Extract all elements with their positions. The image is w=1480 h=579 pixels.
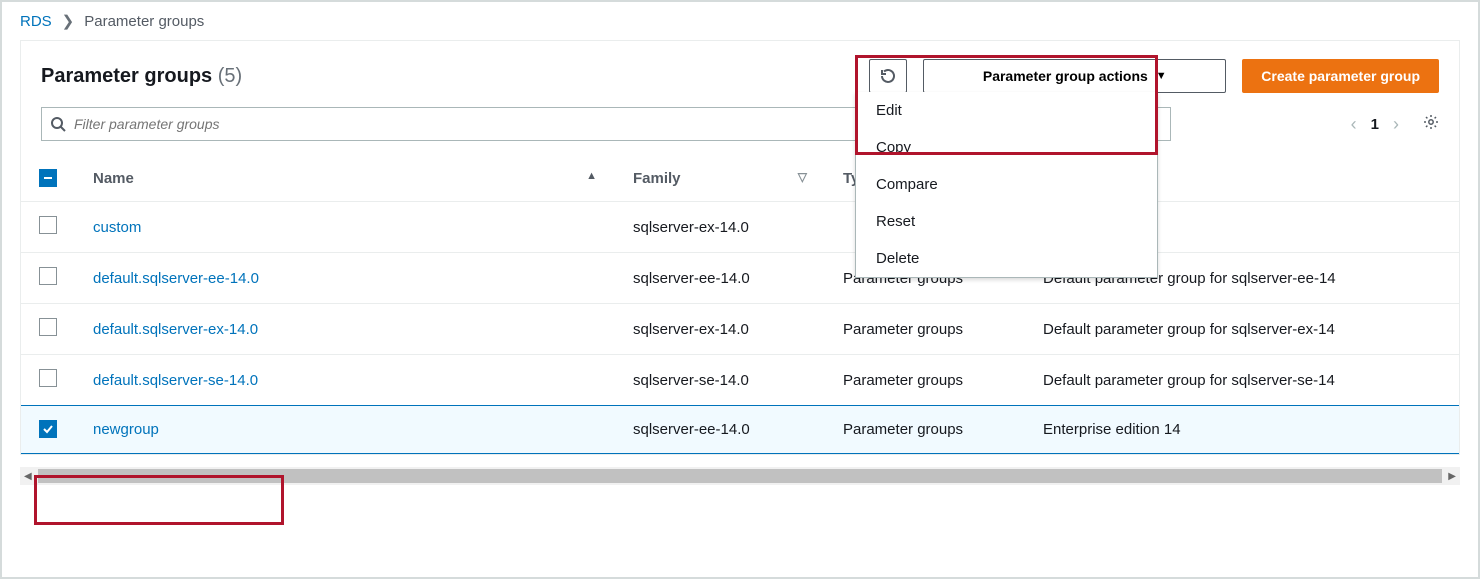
dropdown-item-edit[interactable]: Edit — [856, 92, 1157, 129]
parameter-group-link[interactable]: default.sqlserver-se-14.0 — [93, 372, 258, 389]
title-count: (5) — [218, 65, 242, 87]
actions-dropdown: Edit Copy Compare Reset Delete — [855, 92, 1158, 278]
col-header-name[interactable]: Name ▲ — [75, 155, 615, 202]
settings-button[interactable] — [1423, 114, 1439, 134]
col-header-family[interactable]: Family ▽ — [615, 155, 825, 202]
parameter-group-actions-button[interactable]: Parameter group actions ▼ — [923, 59, 1226, 93]
type-cell: Parameter groups — [825, 304, 1025, 355]
refresh-icon — [880, 68, 896, 84]
parameter-group-link[interactable]: default.sqlserver-ee-14.0 — [93, 270, 259, 287]
sort-hint-icon: ▽ — [798, 170, 807, 184]
row-checkbox[interactable] — [39, 318, 57, 336]
table-row: default.sqlserver-ex-14.0 sqlserver-ex-14… — [21, 304, 1459, 355]
table-wrap: Name ▲ Family ▽ Type Description — [21, 155, 1459, 454]
horizontal-scrollbar[interactable]: ◀ ▶ — [20, 467, 1460, 485]
pager: ‹ 1 › — [1351, 114, 1439, 135]
actions-label: Parameter group actions — [983, 68, 1148, 84]
panel: Parameter groups (5) Parameter group act… — [20, 40, 1460, 455]
title-text: Parameter groups — [41, 65, 212, 87]
breadcrumb-current: Parameter groups — [84, 13, 204, 30]
parameter-group-link[interactable]: custom — [93, 219, 141, 236]
parameter-group-link[interactable]: newgroup — [93, 421, 159, 438]
family-cell: sqlserver-ex-14.0 — [615, 304, 825, 355]
sort-asc-icon: ▲ — [586, 170, 597, 182]
dropdown-item-compare[interactable]: Compare — [856, 166, 1157, 203]
dropdown-item-delete[interactable]: Delete — [856, 240, 1157, 277]
table-row: default.sqlserver-ee-14.0 sqlserver-ee-14… — [21, 253, 1459, 304]
family-cell: sqlserver-ex-14.0 — [615, 202, 825, 253]
row-checkbox[interactable] — [39, 420, 57, 438]
description-cell: Default parameter group for sqlserver-ex… — [1025, 304, 1459, 355]
dropdown-item-reset[interactable]: Reset — [856, 203, 1157, 240]
description-cell: Enterprise edition 14 — [1025, 406, 1459, 454]
page-next[interactable]: › — [1393, 114, 1399, 135]
table-row: default.sqlserver-se-14.0 sqlserver-se-14… — [21, 355, 1459, 406]
family-cell: sqlserver-ee-14.0 — [615, 253, 825, 304]
type-cell: Parameter groups — [825, 355, 1025, 406]
search-icon — [50, 116, 66, 132]
row-checkbox[interactable] — [39, 267, 57, 285]
panel-header: Parameter groups (5) Parameter group act… — [21, 59, 1459, 107]
gear-icon — [1423, 114, 1439, 130]
family-cell: sqlserver-se-14.0 — [615, 355, 825, 406]
caret-down-icon: ▼ — [1156, 70, 1167, 82]
page-current: 1 — [1371, 116, 1379, 133]
parameter-group-link[interactable]: default.sqlserver-ex-14.0 — [93, 321, 258, 338]
breadcrumb: RDS ❯ Parameter groups — [20, 12, 1460, 30]
dropdown-item-copy[interactable]: Copy — [856, 129, 1157, 166]
filter-row: ‹ 1 › — [21, 107, 1459, 155]
description-cell: Default parameter group for sqlserver-se… — [1025, 355, 1459, 406]
parameter-groups-table: Name ▲ Family ▽ Type Description — [21, 155, 1459, 454]
row-checkbox[interactable] — [39, 216, 57, 234]
family-cell: sqlserver-ee-14.0 — [615, 406, 825, 454]
refresh-button[interactable] — [869, 59, 907, 93]
select-all-checkbox[interactable] — [39, 169, 57, 187]
scrollbar-thumb[interactable] — [38, 469, 1442, 483]
chevron-right-icon: ❯ — [62, 12, 75, 30]
create-parameter-group-button[interactable]: Create parameter group — [1242, 59, 1439, 93]
type-cell: Parameter groups — [825, 406, 1025, 454]
table-row: custom sqlserver-ex-14.0 — [21, 202, 1459, 253]
row-checkbox[interactable] — [39, 369, 57, 387]
page-title: Parameter groups (5) — [41, 65, 242, 88]
table-row: newgroup sqlserver-ee-14.0Parameter group… — [21, 406, 1459, 454]
page-prev[interactable]: ‹ — [1351, 114, 1357, 135]
breadcrumb-root[interactable]: RDS — [20, 13, 52, 30]
